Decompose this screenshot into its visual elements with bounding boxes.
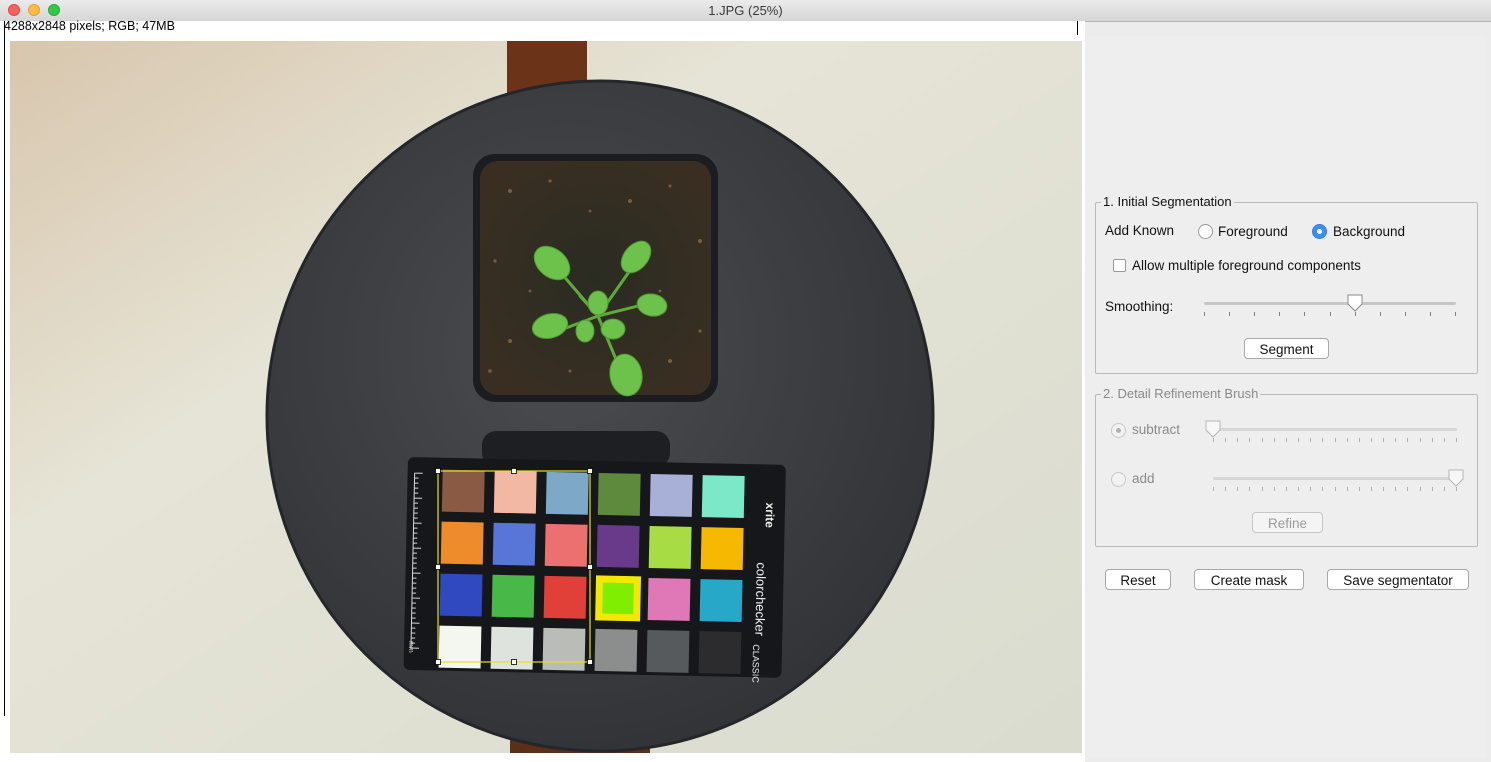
color-patch [440, 521, 484, 565]
add-label[interactable]: add [1132, 471, 1155, 486]
image-window: 4288x2848 pixels; RGB; 47MB xrite colorc… [0, 19, 1085, 762]
slider-thumb[interactable] [1448, 469, 1464, 487]
color-patch [648, 526, 692, 569]
window-titlebar: 1.JPG (25%) [0, 0, 1491, 22]
color-patch [647, 578, 691, 621]
color-patch [698, 631, 742, 674]
color-patch [544, 523, 588, 567]
color-patch [491, 574, 535, 618]
allow-multiple-checkbox[interactable] [1113, 259, 1126, 272]
color-patch [699, 579, 743, 622]
initial-segmentation-title: 1. Initial Segmentation [1101, 194, 1234, 209]
detail-refinement-group: 2. Detail Refinement Brush subtract add … [1095, 386, 1478, 547]
smoothing-label: Smoothing: [1105, 299, 1174, 314]
color-patch [700, 527, 744, 570]
detail-refinement-title: 2. Detail Refinement Brush [1101, 386, 1261, 401]
background-label[interactable]: Background [1333, 224, 1405, 239]
color-patch [596, 524, 640, 568]
color-patch [543, 575, 587, 619]
subtract-radio[interactable] [1111, 423, 1126, 438]
subtract-label[interactable]: subtract [1132, 422, 1180, 437]
color-patch [542, 627, 586, 671]
foreground-label[interactable]: Foreground [1218, 224, 1288, 239]
add-known-label: Add Known [1105, 223, 1175, 238]
canvas-border [4, 21, 5, 716]
color-patch [597, 472, 641, 516]
allow-multiple-label[interactable]: Allow multiple foreground components [1132, 258, 1361, 273]
image-canvas[interactable]: xrite colorchecker CLASSIC mm [10, 41, 1082, 753]
subtract-slider[interactable] [1205, 420, 1457, 455]
image-info: 4288x2848 pixels; RGB; 47MB [4, 19, 175, 33]
color-patch [649, 474, 693, 517]
card-edition: CLASSIC [750, 644, 761, 683]
color-patch [493, 470, 537, 514]
add-radio[interactable] [1111, 472, 1126, 487]
slider-thumb[interactable] [1205, 420, 1221, 438]
add-slider[interactable] [1213, 469, 1464, 504]
segmentation-panel: 1. Initial Segmentation Add Known Foregr… [1087, 36, 1486, 758]
color-patch [492, 522, 536, 566]
smoothing-slider[interactable] [1204, 294, 1456, 329]
reset-button[interactable]: Reset [1105, 569, 1171, 590]
canvas-border-top [1077, 21, 1078, 35]
card-unit: mm [407, 641, 414, 653]
slider-thumb[interactable] [1347, 294, 1363, 312]
color-patch [439, 573, 483, 617]
refine-button[interactable]: Refine [1252, 512, 1323, 533]
create-mask-button[interactable]: Create mask [1194, 569, 1304, 590]
initial-segmentation-group: 1. Initial Segmentation Add Known Foregr… [1095, 194, 1478, 374]
window-title: 1.JPG (25%) [708, 3, 783, 18]
color-patch [441, 469, 485, 513]
color-patch [545, 471, 589, 515]
plant-photo[interactable]: xrite colorchecker CLASSIC mm [10, 41, 1082, 753]
background-radio[interactable] [1312, 224, 1327, 239]
card-brand: xrite [763, 502, 778, 528]
card-product: colorchecker [752, 562, 769, 637]
color-patch [646, 629, 690, 673]
save-segmentator-button[interactable]: Save segmentator [1327, 569, 1469, 590]
segment-button[interactable]: Segment [1244, 338, 1329, 359]
color-patch [594, 628, 638, 672]
foreground-radio[interactable] [1198, 224, 1213, 239]
color-patch [701, 475, 745, 518]
